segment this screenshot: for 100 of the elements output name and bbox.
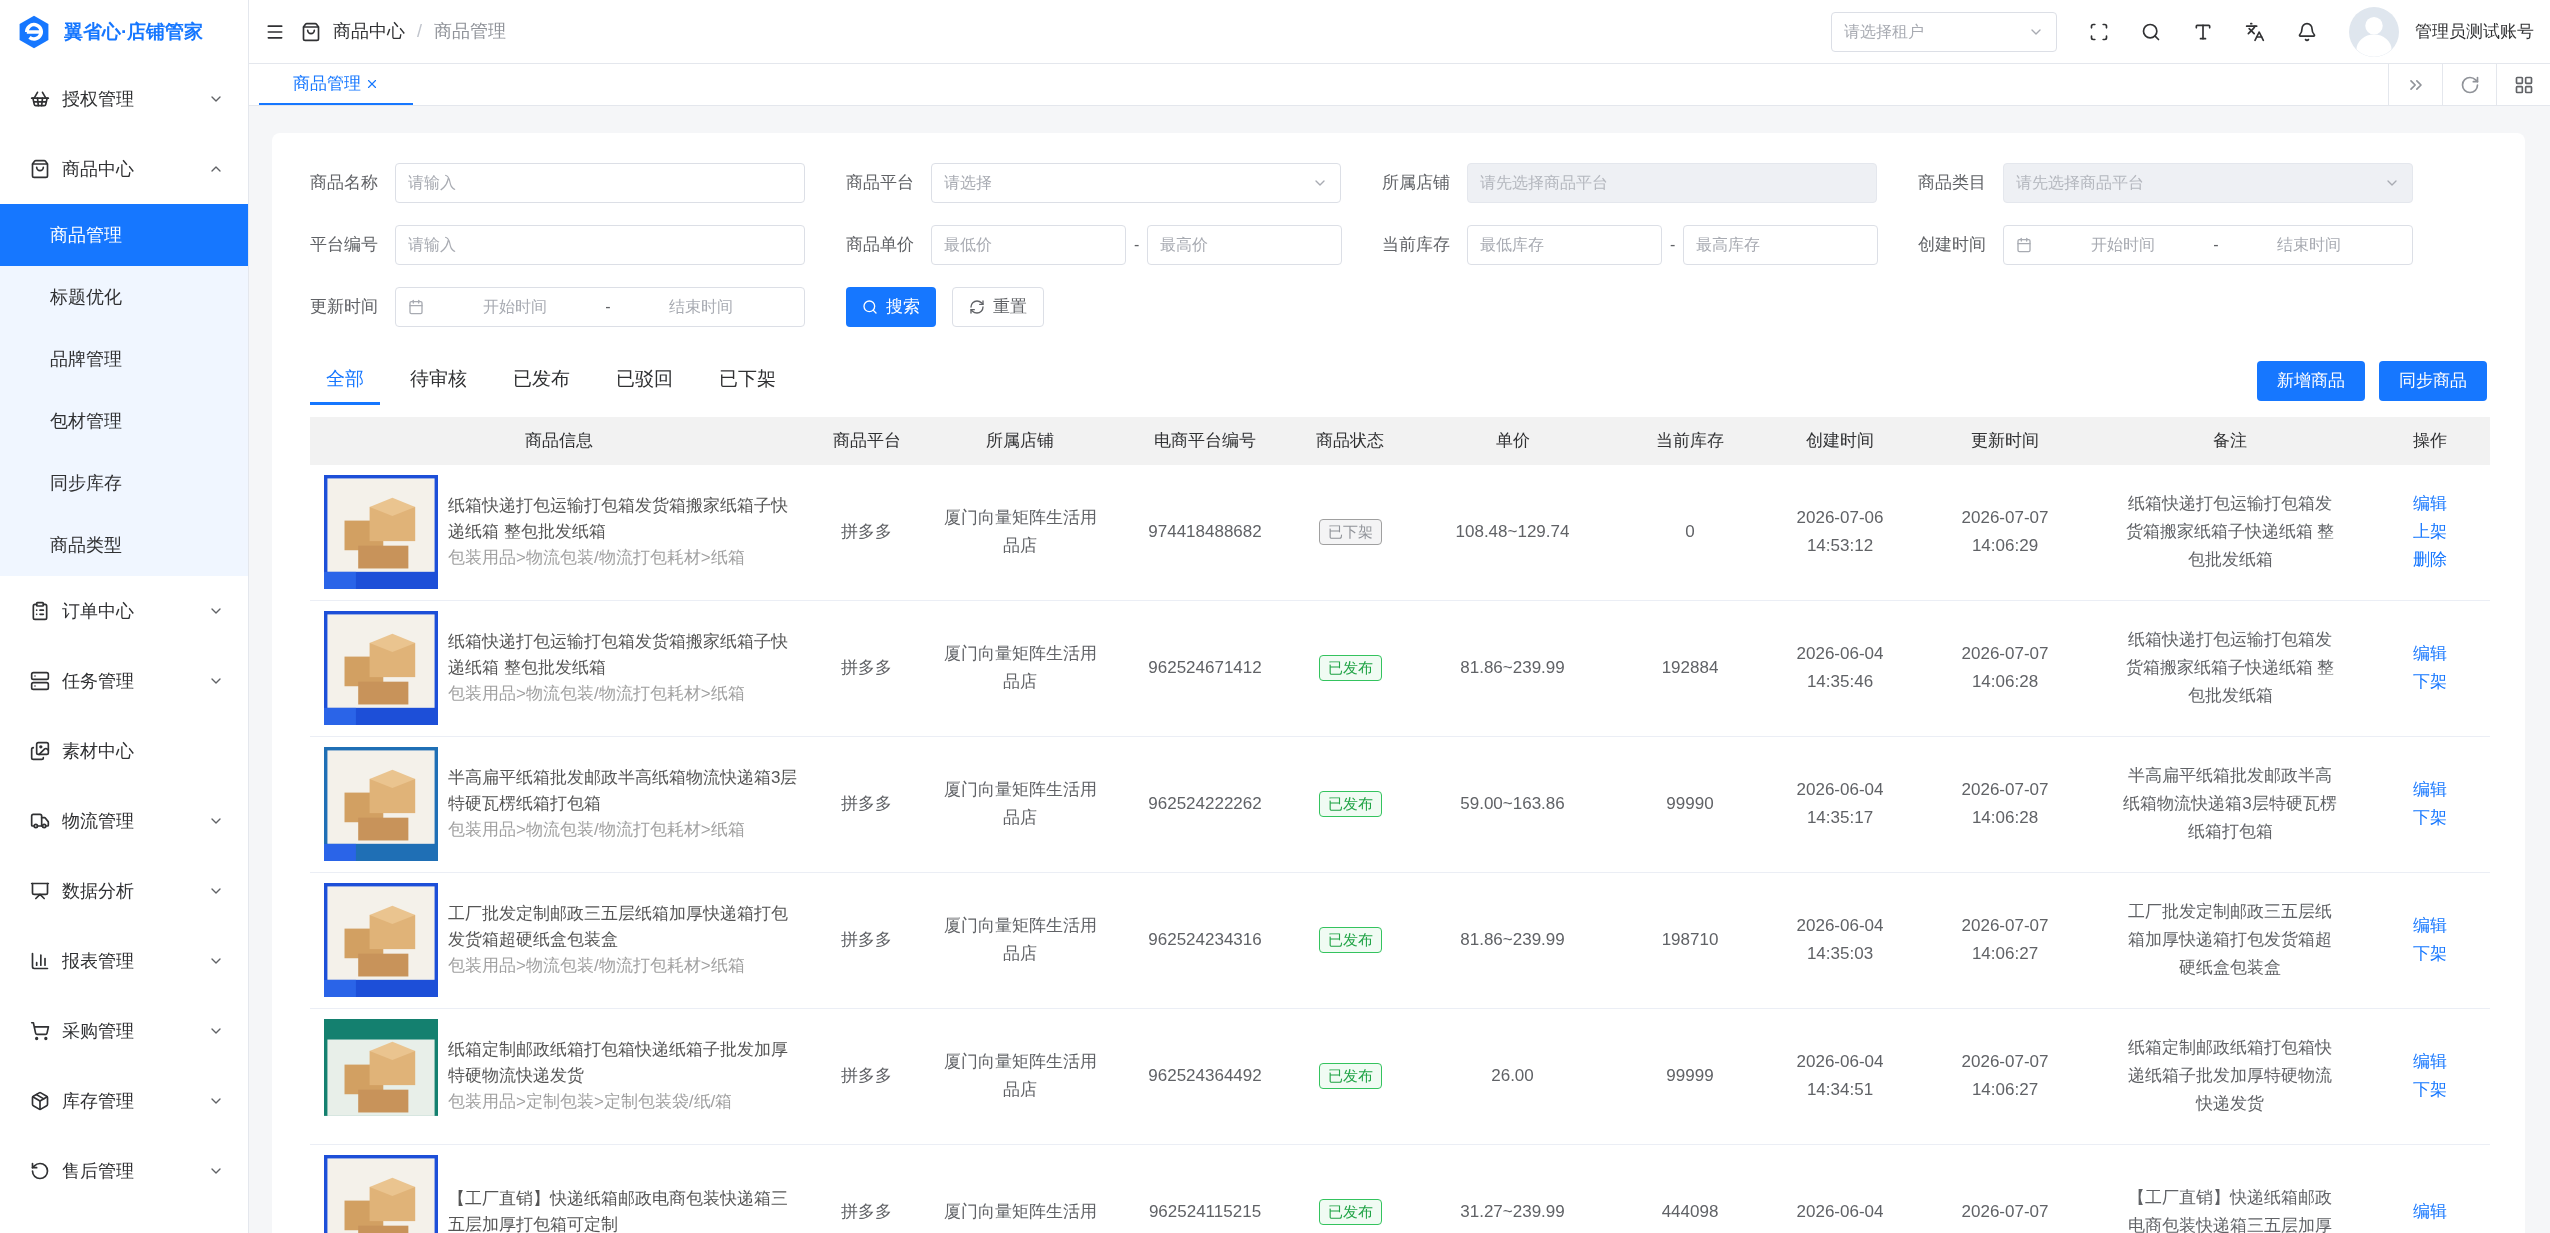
reset-button[interactable]: 重置 [952, 287, 1044, 327]
text-field[interactable]: 请输入 [395, 225, 805, 265]
submenu-item[interactable]: 标题优化 [0, 266, 248, 328]
sidebar-item[interactable]: 订单中心 [0, 576, 248, 646]
table-cell-text: 2026-07-06 14:53:12 [1795, 507, 1885, 557]
calendar-icon [408, 299, 424, 315]
bell-icon[interactable] [2297, 21, 2317, 42]
table-cell-text: 444098 [1661, 1201, 1719, 1224]
start-date-input[interactable]: 开始时间 [2032, 233, 2214, 257]
submenu-item[interactable]: 品牌管理 [0, 328, 248, 390]
product-category: 包装用品>物流包装/物流打包耗材>纸箱 [448, 683, 746, 705]
end-date-input[interactable]: 结束时间 [2218, 233, 2400, 257]
refresh-icon [969, 299, 985, 315]
action-link[interactable]: 下架 [2413, 1076, 2447, 1104]
filter-label: 商品名称 [310, 172, 379, 195]
breadcrumb-separator: / [417, 20, 422, 43]
action-link[interactable]: 编辑 [2413, 1198, 2447, 1226]
table-cell-text: 纸箱快递打包运输打包箱发货箱搬家纸箱子快递纸箱 整包批发纸箱 [2124, 493, 2336, 571]
submenu-item[interactable]: 包材管理 [0, 390, 248, 452]
action-link[interactable]: 下架 [2413, 668, 2447, 696]
action-link[interactable]: 删除 [2413, 546, 2447, 574]
column-header: 单价 [1494, 429, 1531, 452]
fullscreen-icon[interactable] [2089, 21, 2109, 42]
status-tab[interactable]: 已发布 [497, 357, 586, 405]
product-title: 半高扁平纸箱批发邮政半高纸箱物流快递箱3层特硬瓦楞纸箱打包箱 [448, 767, 798, 815]
refresh-icon[interactable] [2459, 74, 2480, 95]
date-range-field[interactable]: 开始时间 - 结束时间 [2003, 225, 2413, 265]
table-cell-text: 962524364492 [1148, 1065, 1262, 1088]
range-from-field[interactable]: 最低价 [931, 225, 1126, 265]
table-cell-text: 962524671412 [1148, 657, 1262, 680]
sidebar-item[interactable]: 数据分析 [0, 856, 248, 926]
sync-product-button[interactable]: 同步商品 [2379, 360, 2487, 401]
status-tag: 已发布 [1318, 791, 1382, 817]
column-header: 创建时间 [1805, 429, 1875, 452]
status-tag: 已下架 [1318, 519, 1382, 545]
status-tab[interactable]: 已下架 [703, 357, 792, 405]
table-cell-text: 半高扁平纸箱批发邮政半高纸箱物流快递箱3层特硬瓦楞纸箱打包箱 [2122, 765, 2338, 843]
sidebar-item[interactable]: 素材中心 [0, 716, 248, 786]
sidebar-item[interactable]: 商品中心 [0, 134, 248, 204]
table-cell-text: 2026-06-04 14:35:46 [1795, 643, 1885, 693]
breadcrumb-item[interactable]: 商品中心 [333, 18, 405, 45]
user-name[interactable]: 管理员测试账号 [2415, 18, 2534, 45]
range-to-field[interactable]: 最高价 [1147, 225, 1343, 265]
sidebar-item[interactable]: 报表管理 [0, 926, 248, 996]
status-tab[interactable]: 全部 [310, 357, 380, 405]
submenu-item[interactable]: 商品类型 [0, 514, 248, 576]
table-cell-text: 厦门向量矩阵生活用品店 [942, 779, 1098, 829]
sidebar-item[interactable]: 售后管理 [0, 1136, 248, 1206]
column-header: 操作 [2412, 429, 2448, 452]
filter-label: 创建时间 [1918, 234, 1987, 257]
table-cell-text: 厦门向量矩阵生活用品店 [942, 915, 1098, 965]
action-link[interactable]: 下架 [2413, 804, 2447, 832]
filter-label: 平台编号 [310, 234, 379, 257]
table-cell-text: 26.00 [1491, 1065, 1534, 1088]
text-field[interactable]: 请输入 [395, 163, 805, 203]
action-link[interactable]: 编辑 [2413, 912, 2447, 940]
date-range-field[interactable]: 开始时间 - 结束时间 [395, 287, 805, 327]
action-link[interactable]: 下架 [2413, 940, 2447, 968]
clipboard-icon [30, 601, 50, 621]
sidebar-item[interactable]: 授权管理 [0, 64, 248, 134]
status-tag: 已发布 [1318, 927, 1382, 953]
filter-label: 商品平台 [846, 172, 915, 195]
range-to-field[interactable]: 最高库存 [1683, 225, 1879, 265]
action-link[interactable]: 编辑 [2413, 776, 2447, 804]
table-cell-text: 2026-07-07 14:06:28 [1960, 779, 2050, 829]
start-date-input[interactable]: 开始时间 [424, 295, 606, 319]
range-from-field[interactable]: 最低库存 [1467, 225, 1662, 265]
table-cell-text: 192884 [1661, 657, 1719, 680]
action-link[interactable]: 编辑 [2413, 640, 2447, 668]
submenu-item[interactable]: 同步库存 [0, 452, 248, 514]
filter-label: 当前库存 [1382, 234, 1451, 257]
action-link[interactable]: 上架 [2413, 518, 2447, 546]
presentation-icon [30, 881, 50, 901]
table-cell-text: 拼多多 [841, 793, 892, 816]
grid-icon[interactable] [2513, 74, 2534, 95]
table-cell-text: 纸箱快递打包运输打包箱发货箱搬家纸箱子快递纸箱 整包批发纸箱 [2124, 629, 2336, 707]
sidebar-item[interactable]: 任务管理 [0, 646, 248, 716]
calendar-icon [2016, 237, 2032, 253]
filter-label: 所属店铺 [1382, 172, 1451, 195]
search-icon[interactable] [2141, 21, 2161, 42]
table-cell-text: 厦门向量矩阵生活用 [942, 1201, 1098, 1223]
translate-icon[interactable] [2245, 21, 2265, 42]
status-tab[interactable]: 已驳回 [600, 357, 689, 405]
search-button[interactable]: 搜索 [846, 287, 936, 327]
table-cell-text: 81.86~239.99 [1460, 657, 1565, 680]
sidebar-item[interactable]: 库存管理 [0, 1066, 248, 1136]
submenu-item[interactable]: 商品管理 [0, 204, 248, 266]
product-category: 包装用品>物流包装/物流打包耗材>纸箱 [448, 547, 746, 569]
shopping-bag-icon [30, 159, 50, 179]
sidebar-item[interactable]: 物流管理 [0, 786, 248, 856]
status-tab[interactable]: 待审核 [394, 357, 483, 405]
basket-icon [30, 89, 50, 109]
page-tab[interactable]: 商品管理 [259, 64, 413, 105]
product-category: 包装用品>定制包装>定制包装袋/纸/箱 [448, 1091, 734, 1113]
action-link[interactable]: 编辑 [2413, 490, 2447, 518]
add-product-button[interactable]: 新增商品 [2257, 360, 2365, 401]
sidebar-item[interactable]: 采购管理 [0, 996, 248, 1066]
table-cell-text: 31.27~239.99 [1460, 1201, 1565, 1224]
end-date-input[interactable]: 结束时间 [610, 295, 792, 319]
action-link[interactable]: 编辑 [2413, 1048, 2447, 1076]
